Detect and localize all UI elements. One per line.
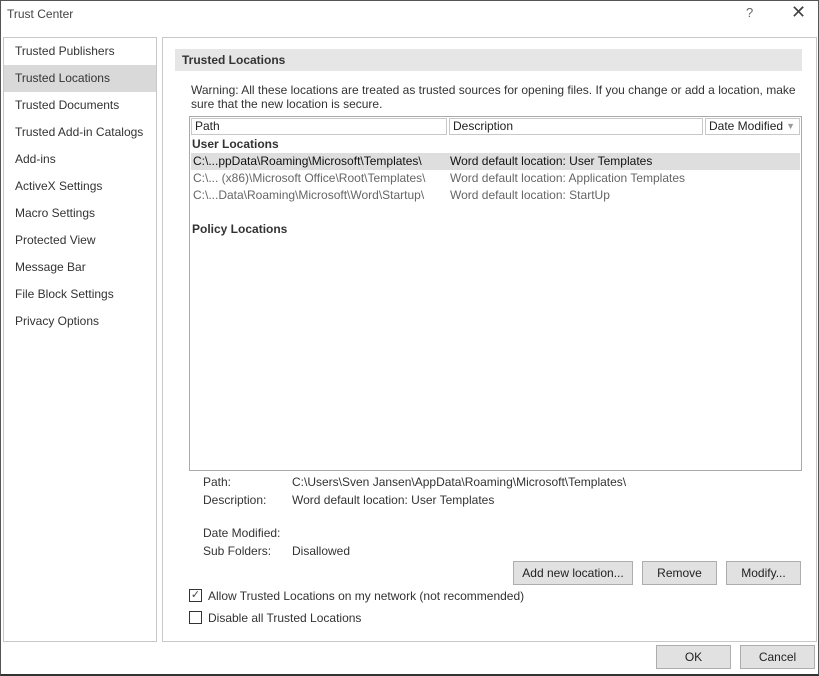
add-new-location-button[interactable]: Add new location... (513, 561, 633, 585)
allow-network-label[interactable]: Allow Trusted Locations on my network (n… (208, 589, 524, 603)
subfolders-label: Sub Folders: (203, 544, 272, 558)
table-row[interactable]: C:\...ppData\Roaming\Microsoft\Templates… (191, 153, 800, 170)
sidebar-item-trusted-documents[interactable]: Trusted Documents (4, 92, 156, 119)
sidebar-item-file-block-settings[interactable]: File Block Settings (4, 281, 156, 308)
path-label: Path: (203, 475, 232, 489)
sidebar-item-protected-view[interactable]: Protected View (4, 227, 156, 254)
sidebar-item-trusted-locations[interactable]: Trusted Locations (4, 65, 156, 92)
table-row[interactable]: C:\... (x86)\Microsoft Office\Root\Templ… (191, 170, 800, 187)
column-date-modified-label: Date Modified (709, 119, 784, 133)
sidebar-item-trusted-publishers[interactable]: Trusted Publishers (4, 38, 156, 65)
description-value: Word default location: User Templates (292, 493, 495, 507)
description-label: Description: (203, 493, 267, 507)
date-modified-label: Date Modified: (203, 526, 281, 540)
subfolders-value: Disallowed (292, 544, 351, 558)
row-path: C:\...Data\Roaming\Microsoft\Word\Startu… (193, 188, 425, 202)
close-icon[interactable]: ✕ (791, 2, 806, 23)
column-date-modified[interactable]: Date Modified ▼ (705, 118, 800, 135)
row-path: C:\... (x86)\Microsoft Office\Root\Templ… (193, 171, 426, 185)
sidebar: Trusted Publishers Trusted Locations Trust… (3, 37, 157, 642)
row-description: Word default location: User Templates (450, 154, 653, 168)
group-user-locations: User Locations (192, 137, 279, 151)
window-title: Trust Center (7, 7, 74, 21)
locations-table: Path Description Date Modified ▼ User Loc… (189, 116, 802, 471)
sidebar-item-activex-settings[interactable]: ActiveX Settings (4, 173, 156, 200)
modify-button[interactable]: Modify... (726, 561, 801, 585)
sidebar-item-add-ins[interactable]: Add-ins (4, 146, 156, 173)
row-description: Word default location: Application Templ… (450, 171, 686, 185)
path-value: C:\Users\Sven Jansen\AppData\Roaming\Mic… (292, 475, 627, 489)
group-policy-locations: Policy Locations (192, 222, 288, 236)
sidebar-item-privacy-options[interactable]: Privacy Options (4, 308, 156, 335)
row-description: Word default location: StartUp (450, 188, 610, 202)
help-button[interactable]: ? (746, 5, 753, 20)
sidebar-item-macro-settings[interactable]: Macro Settings (4, 200, 156, 227)
warning-text: Warning: All these locations are treated… (191, 83, 796, 111)
table-row[interactable]: C:\...Data\Roaming\Microsoft\Word\Startu… (191, 187, 800, 204)
disable-all-label[interactable]: Disable all Trusted Locations (208, 611, 361, 625)
allow-network-checkbox[interactable]: ✓ (189, 589, 202, 602)
section-header: Trusted Locations (175, 49, 802, 71)
sidebar-item-trusted-add-in-catalogs[interactable]: Trusted Add-in Catalogs (4, 119, 156, 146)
sort-arrow-icon: ▼ (786, 121, 795, 131)
remove-button[interactable]: Remove (642, 561, 717, 585)
disable-all-checkbox[interactable] (189, 611, 202, 624)
column-path[interactable]: Path (191, 118, 447, 135)
sidebar-item-message-bar[interactable]: Message Bar (4, 254, 156, 281)
row-path: C:\...ppData\Roaming\Microsoft\Templates… (193, 154, 422, 168)
cancel-button[interactable]: Cancel (740, 645, 815, 669)
column-description[interactable]: Description (449, 118, 703, 135)
ok-button[interactable]: OK (656, 645, 731, 669)
trust-center-dialog: Trust Center ? ✕ Trusted Publishers Trust… (0, 0, 819, 676)
